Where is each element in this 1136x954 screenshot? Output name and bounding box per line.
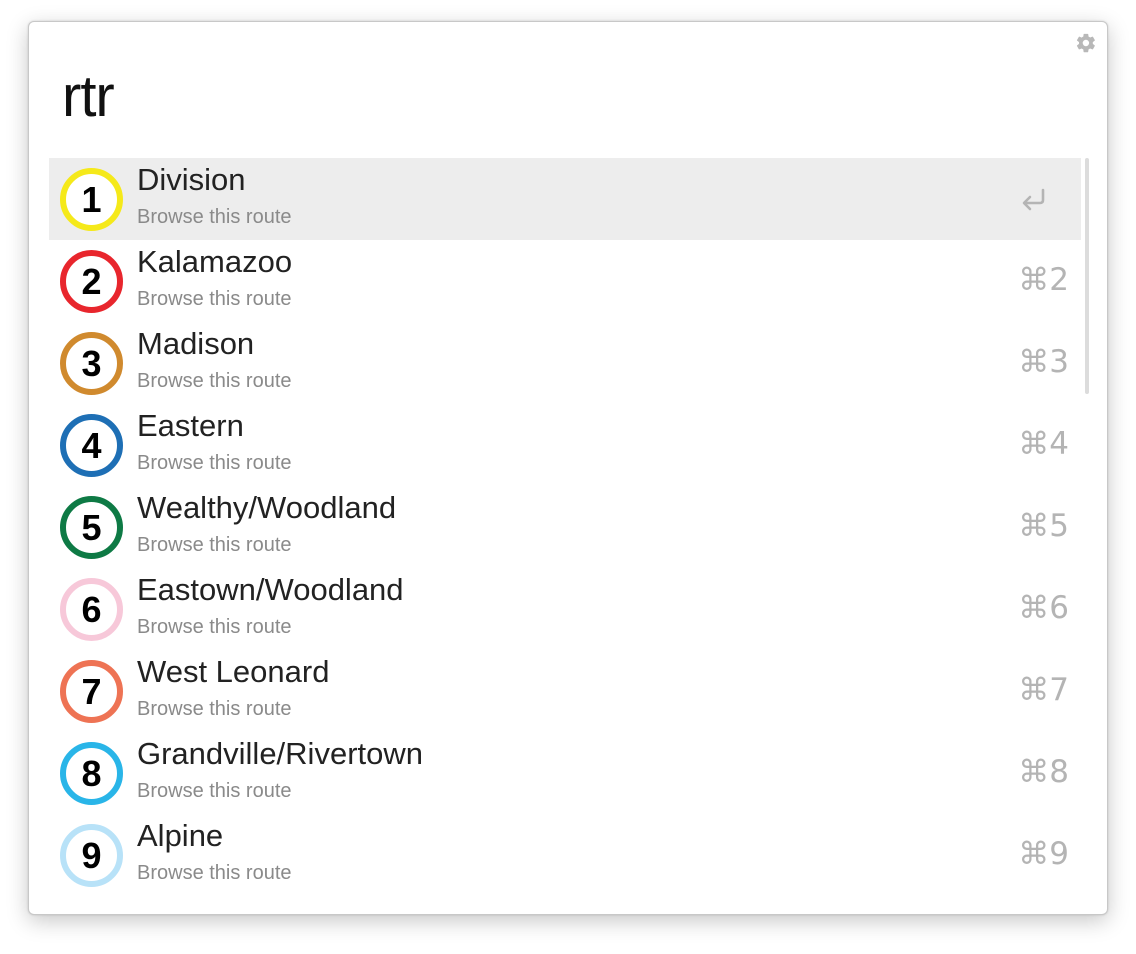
route-number: 1 [81,178,102,220]
results-list: 1 Division Browse this route 2 Kalamazoo Brow… [49,158,1081,898]
result-subtitle: Browse this route [137,288,292,310]
result-subtitle: Browse this route [137,206,292,228]
result-row[interactable]: 9 Alpine Browse this route ⌘9 [49,814,1081,896]
route-number: 8 [81,752,102,794]
scrollbar[interactable] [1085,158,1089,394]
result-title: Madison [137,326,255,361]
keyboard-shortcut: ⌘8 [1018,754,1069,790]
result-row[interactable]: 2 Kalamazoo Browse this route ⌘2 [49,240,1081,322]
route-badge-icon: 5 [60,496,123,559]
route-badge-icon: 4 [60,414,123,477]
keyboard-shortcut: ⌘2 [1018,262,1069,298]
result-title: Kalamazoo [137,244,293,279]
route-badge-icon: 6 [60,578,123,641]
result-subtitle: Browse this route [137,452,292,474]
launcher-window: 1 Division Browse this route 2 Kalamazoo Brow… [28,21,1108,915]
route-number: 5 [81,506,102,548]
search-input[interactable] [62,58,1022,134]
result-subtitle: Browse this route [137,534,292,556]
route-number: 4 [81,424,102,466]
route-number: 6 [81,588,102,630]
result-row[interactable]: 4 Eastern Browse this route ⌘4 [49,404,1081,486]
route-badge-icon: 7 [60,660,123,723]
keyboard-shortcut: ⌘6 [1018,590,1069,626]
route-badge-icon: 1 [60,168,123,231]
result-title: Division [137,162,246,197]
result-title: Wealthy/Woodland [137,490,397,525]
keyboard-shortcut: ⌘4 [1018,426,1069,462]
route-number: 3 [81,342,102,384]
result-title: West Leonard [137,654,330,689]
keyboard-shortcut: ⌘3 [1018,344,1069,380]
route-badge-icon: 8 [60,742,123,805]
result-subtitle: Browse this route [137,616,292,638]
result-row[interactable]: 1 Division Browse this route [49,158,1081,240]
result-title: Grandville/Rivertown [137,736,423,771]
result-title: Alpine [137,818,224,853]
return-icon [1022,188,1045,211]
route-number: 7 [81,670,102,712]
result-row[interactable]: 3 Madison Browse this route ⌘3 [49,322,1081,404]
result-row[interactable]: 8 Grandville/Rivertown Browse this route ⌘8 [49,732,1081,814]
result-row[interactable]: 5 Wealthy/Woodland Browse this route ⌘5 [49,486,1081,568]
gear-icon[interactable] [1075,32,1097,54]
route-number: 2 [81,260,102,302]
keyboard-shortcut: ⌘5 [1018,508,1069,544]
result-title: Eastern [137,408,244,443]
keyboard-shortcut: ⌘9 [1018,836,1069,872]
route-badge-icon: 3 [60,332,123,395]
result-row[interactable]: 7 West Leonard Browse this route ⌘7 [49,650,1081,732]
result-subtitle: Browse this route [137,698,292,720]
result-subtitle: Browse this route [137,862,292,884]
route-badge-icon: 2 [60,250,123,313]
route-badge-icon: 9 [60,824,123,887]
route-number: 9 [81,834,102,876]
result-subtitle: Browse this route [137,780,292,802]
result-subtitle: Browse this route [137,370,292,392]
result-row[interactable]: 6 Eastown/Woodland Browse this route ⌘6 [49,568,1081,650]
keyboard-shortcut: ⌘7 [1018,672,1069,708]
result-title: Eastown/Woodland [137,572,404,607]
